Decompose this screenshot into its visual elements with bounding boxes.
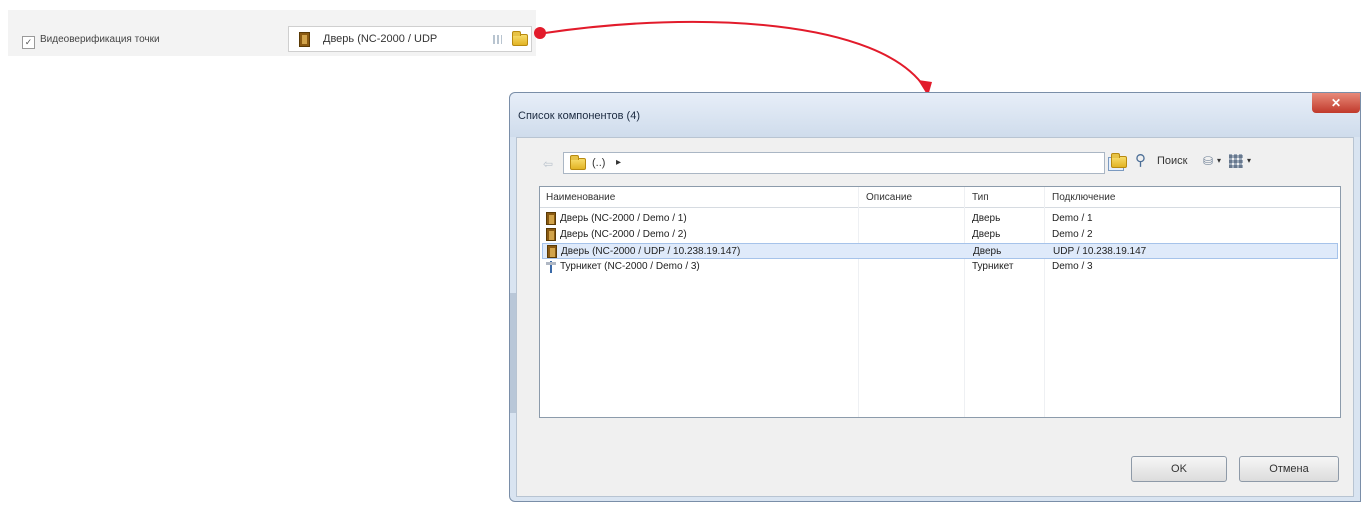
item-name: Дверь (NC-2000 / UDP / 10.238.19.147) <box>561 246 741 257</box>
item-connection: Demo / 2 <box>1052 229 1093 240</box>
folder-icon <box>570 155 586 170</box>
list-item[interactable]: Турникет (NC-2000 / Demo / 3) Турникет D… <box>542 259 1338 275</box>
column-header-type[interactable]: Тип <box>972 192 989 203</box>
close-button[interactable]: ✕ <box>1312 93 1360 113</box>
dialog-title: Список компонентов (4) <box>518 110 640 122</box>
item-type: Дверь <box>972 213 1001 224</box>
property-label: Видеоверификация точки <box>40 34 160 45</box>
property-value-field[interactable]: Дверь (NC-2000 / UDP <box>288 26 532 52</box>
item-connection: Demo / 1 <box>1052 213 1093 224</box>
item-name: Турникет (NC-2000 / Demo / 3) <box>560 261 700 272</box>
view-grid-icon[interactable] <box>1229 154 1243 168</box>
back-arrow-icon[interactable]: ⇦ <box>543 157 553 171</box>
list-item[interactable]: Дверь (NC-2000 / Demo / 2) Дверь Demo / … <box>542 227 1338 243</box>
property-row: ✓ Видеоверификация точки Дверь (NC-2000 … <box>8 10 536 56</box>
toolbar: ⇦ (..) ▸ ▣ ⚲ Поиск ⛁ ▾ ▾ <box>539 150 1343 176</box>
path-separator-icon[interactable]: ▸ <box>616 157 621 168</box>
open-folder-button[interactable] <box>1111 153 1127 171</box>
column-header-name[interactable]: Наименование <box>546 192 615 203</box>
item-type: Дверь <box>973 246 1002 257</box>
clear-icon[interactable] <box>493 35 502 44</box>
chevron-down-icon[interactable]: ▾ <box>1217 156 1221 165</box>
search-icon[interactable]: ⚲ <box>1135 151 1146 169</box>
browse-folder-button[interactable] <box>512 31 528 49</box>
list-item[interactable]: Дверь (NC-2000 / Demo / 1) Дверь Demo / … <box>542 211 1338 227</box>
dialog-titlebar: Список компонентов (4) ✕ <box>510 93 1360 137</box>
list-item-selected[interactable]: Дверь (NC-2000 / UDP / 10.238.19.147) Дв… <box>542 243 1338 259</box>
item-connection: UDP / 10.238.19.147 <box>1053 246 1147 257</box>
database-icon[interactable]: ⛁ <box>1203 154 1213 168</box>
folder-icon <box>512 31 528 46</box>
item-name: Дверь (NC-2000 / Demo / 2) <box>560 229 687 240</box>
item-connection: Demo / 3 <box>1052 261 1093 272</box>
ok-button[interactable]: OK <box>1131 456 1227 482</box>
item-type: Турникет <box>972 261 1014 272</box>
door-icon <box>547 245 557 258</box>
column-header-description[interactable]: Описание <box>866 192 912 203</box>
video-verification-checkbox[interactable]: ✓ <box>22 36 35 49</box>
folder-icon <box>1111 153 1127 168</box>
column-header-connection[interactable]: Подключение <box>1052 192 1115 203</box>
cancel-button[interactable]: Отмена <box>1239 456 1339 482</box>
turnstile-icon <box>546 260 556 273</box>
search-label[interactable]: Поиск <box>1157 155 1187 167</box>
door-icon <box>546 228 556 241</box>
item-type: Дверь <box>972 229 1001 240</box>
path-field[interactable]: (..) ▸ ▣ <box>563 152 1124 174</box>
item-name: Дверь (NC-2000 / Demo / 1) <box>560 213 687 224</box>
list-header: Наименование Описание Тип Подключение <box>540 187 1340 208</box>
door-icon <box>546 212 556 225</box>
component-list-dialog: Список компонентов (4) ✕ ⇦ (..) ▸ ▣ ⚲ По… <box>509 92 1361 502</box>
component-list[interactable]: Наименование Описание Тип Подключение Дв… <box>539 186 1341 418</box>
chevron-down-icon[interactable]: ▾ <box>1247 156 1251 165</box>
door-icon <box>299 32 310 47</box>
dialog-body: ⇦ (..) ▸ ▣ ⚲ Поиск ⛁ ▾ ▾ Наименование Оп… <box>516 137 1354 497</box>
property-value-text: Дверь (NC-2000 / UDP <box>323 33 438 45</box>
path-text: (..) <box>592 157 606 169</box>
callout-dot <box>534 27 546 39</box>
